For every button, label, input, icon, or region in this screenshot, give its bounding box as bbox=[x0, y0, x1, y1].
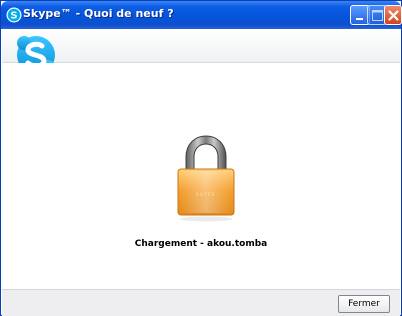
lock-engraving: SKYPE bbox=[196, 192, 216, 197]
window-title: Skype™ - Quoi de neuf ? bbox=[23, 7, 174, 20]
fermer-button[interactable]: Fermer bbox=[338, 295, 390, 313]
loading-status-text: Chargement - akou.tomba bbox=[134, 239, 268, 249]
padlock-icon: SKYPE bbox=[177, 135, 235, 222]
close-icon bbox=[388, 10, 399, 21]
skype-window: S Skype™ - Quoi de neuf ? SKYPE Chargeme… bbox=[0, 0, 402, 316]
close-window-button[interactable] bbox=[384, 5, 402, 25]
header-band bbox=[2, 29, 400, 63]
skype-title-icon: S bbox=[6, 7, 22, 23]
title-bar[interactable]: S Skype™ - Quoi de neuf ? bbox=[1, 1, 402, 29]
svg-text:S: S bbox=[10, 11, 17, 22]
